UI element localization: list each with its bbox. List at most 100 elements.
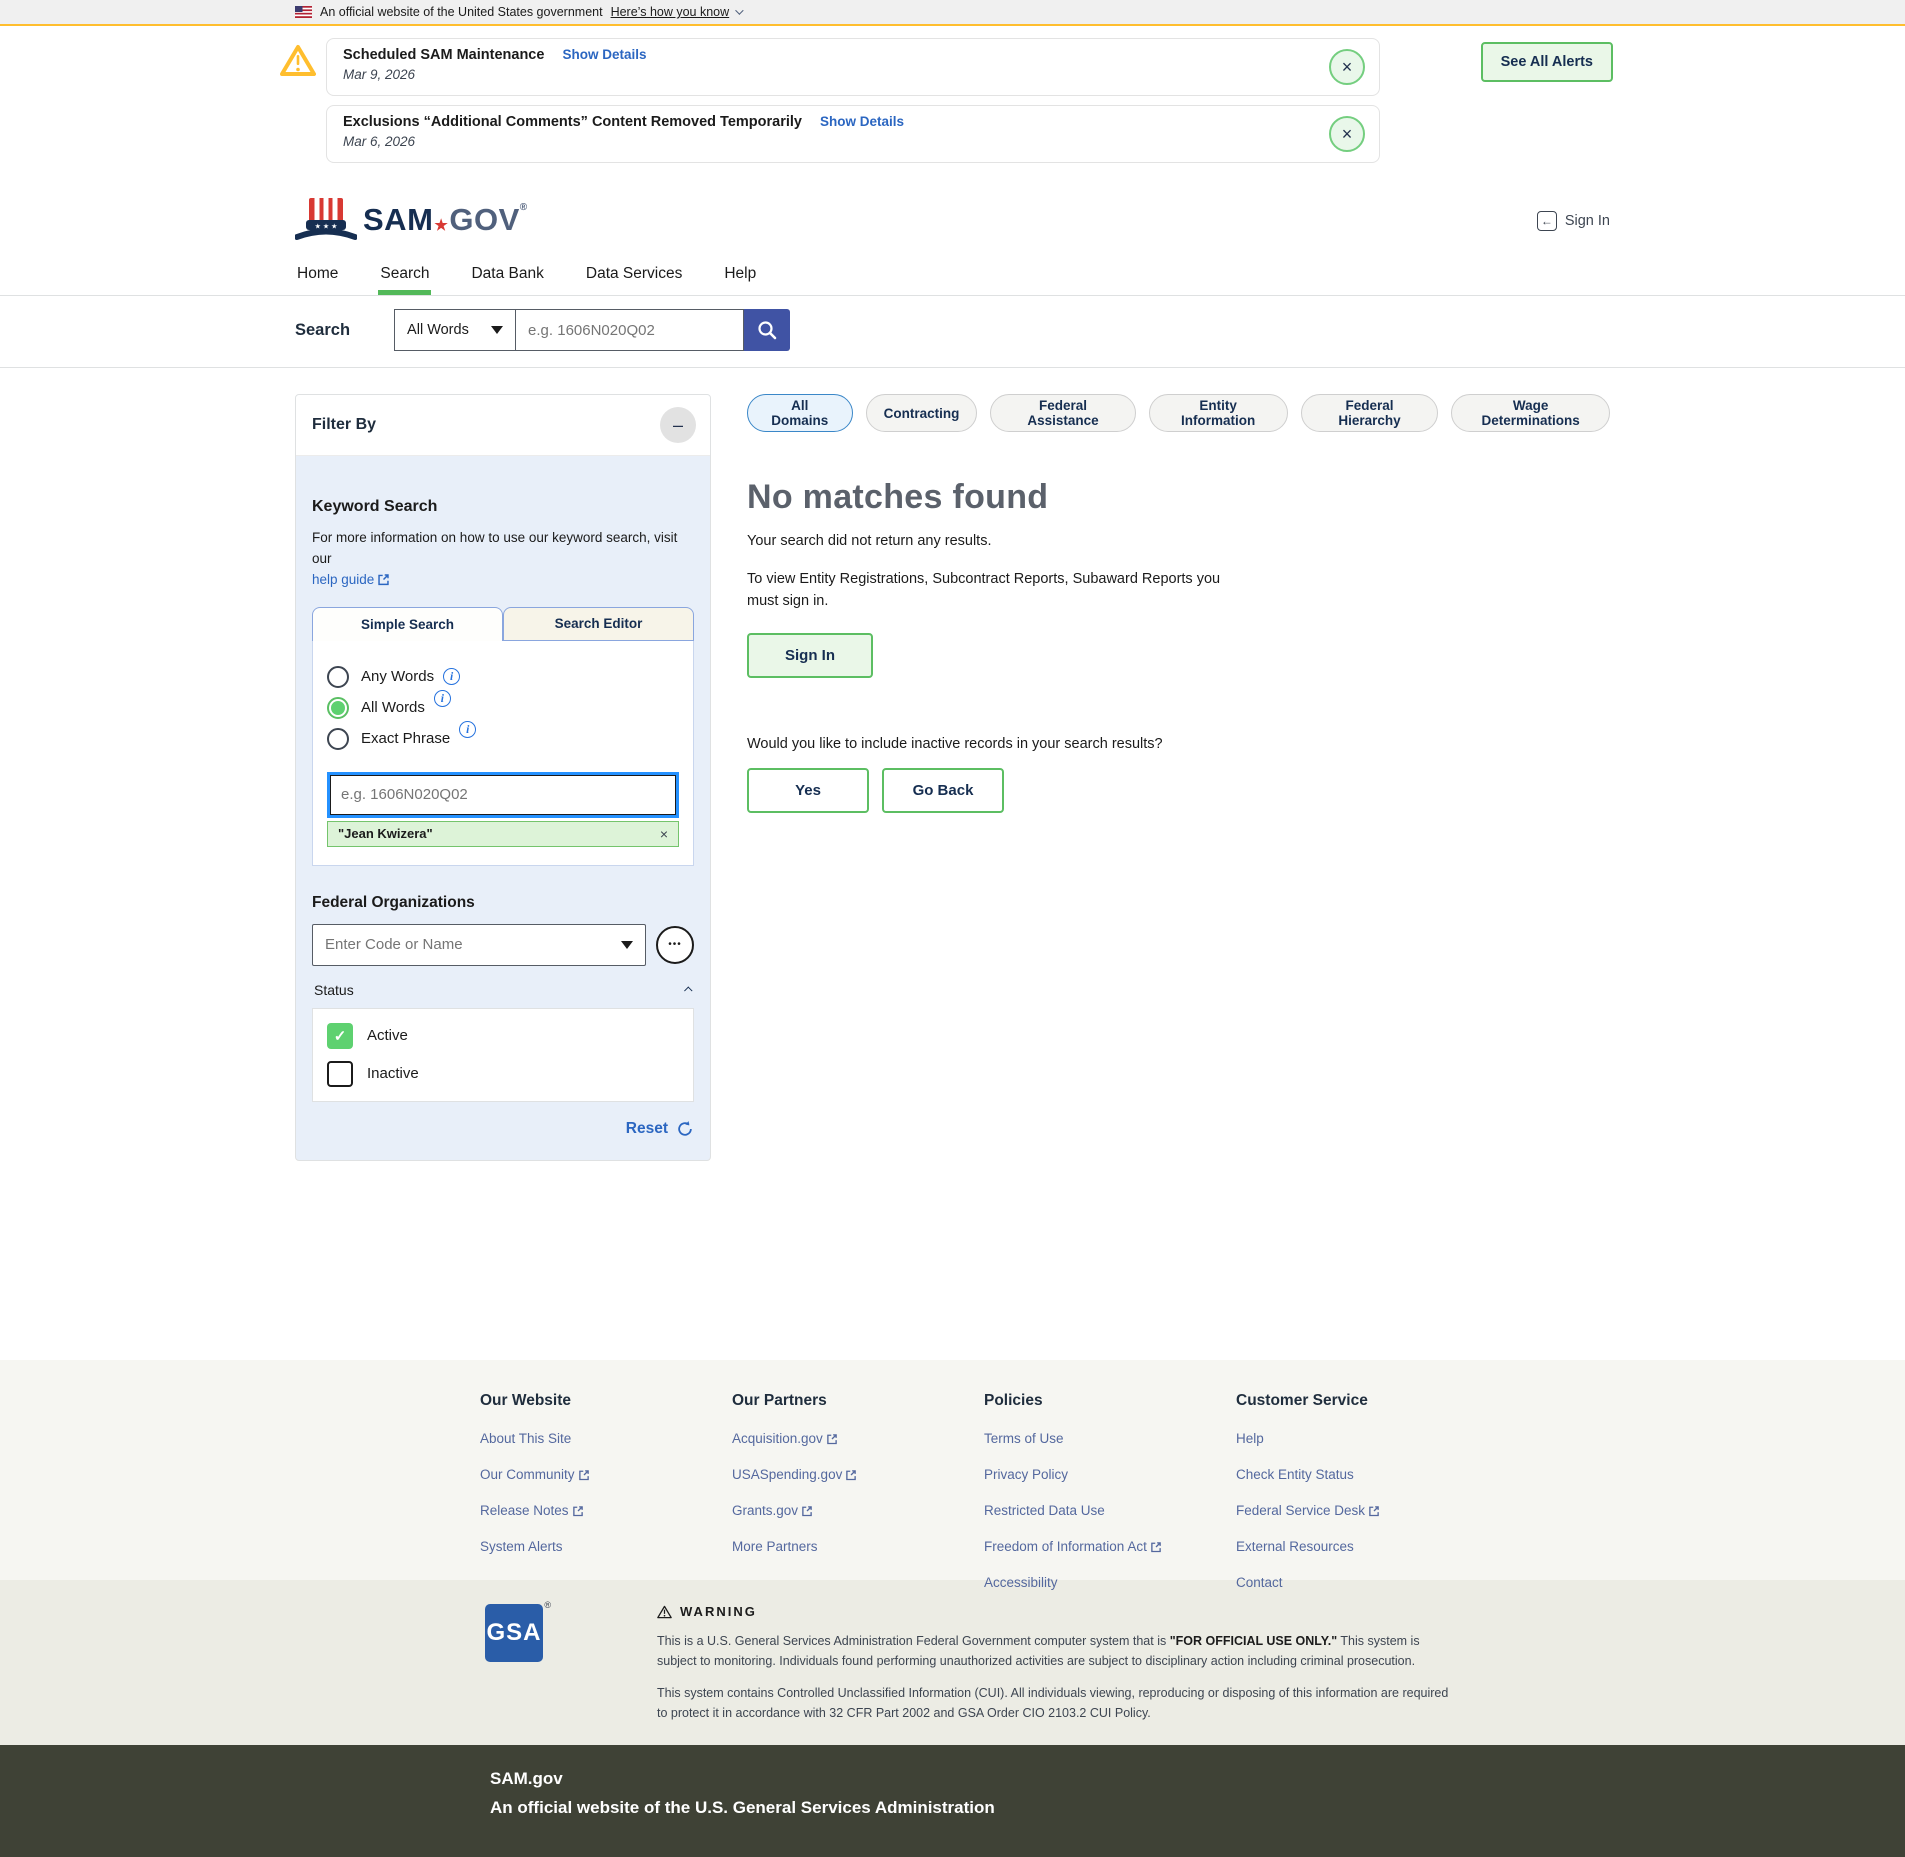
alert-show-details-link[interactable]: Show Details: [562, 47, 646, 62]
info-icon[interactable]: [443, 668, 460, 685]
chip-remove-button[interactable]: [660, 826, 668, 842]
nav-item-help[interactable]: Help: [722, 257, 758, 295]
sign-in-icon: [1537, 211, 1557, 231]
logo-sam: SAM: [363, 202, 433, 237]
pill-federal-assistance[interactable]: Federal Assistance: [990, 394, 1135, 432]
external-link-icon: [1150, 1541, 1162, 1553]
pill-federal-hierarchy[interactable]: Federal Hierarchy: [1301, 394, 1439, 432]
yes-button[interactable]: Yes: [747, 768, 869, 813]
pill-all-domains[interactable]: All Domains: [747, 394, 853, 432]
keyword-search-title: Keyword Search: [312, 498, 694, 516]
footer-link[interactable]: Grants.gov: [732, 1503, 984, 1518]
header-sign-in[interactable]: Sign In: [1537, 211, 1610, 231]
radio-any-words[interactable]: [327, 666, 349, 688]
keyword-help-text: For more information on how to use our k…: [312, 530, 677, 566]
footer-link[interactable]: USASpending.gov: [732, 1467, 984, 1482]
alert-date: Mar 9, 2026: [343, 67, 1329, 82]
info-icon[interactable]: [459, 721, 476, 738]
include-inactive-question: Would you like to include inactive recor…: [747, 736, 1610, 752]
logo-text: SAM★GOV®: [363, 202, 528, 238]
search-results: All Domains Contracting Federal Assistan…: [747, 394, 1610, 813]
nav-item-data-bank[interactable]: Data Bank: [469, 257, 545, 295]
footer-link[interactable]: Freedom of Information Act: [984, 1539, 1236, 1554]
go-back-button[interactable]: Go Back: [882, 768, 1004, 813]
identifier-site-name: SAM.gov: [490, 1769, 1625, 1789]
footer-link[interactable]: Accessibility: [984, 1575, 1236, 1590]
alert-card: Exclusions “Additional Comments” Content…: [326, 105, 1380, 163]
footer-link[interactable]: Our Community: [480, 1467, 732, 1482]
radio-exact-phrase[interactable]: [327, 728, 349, 750]
alert-date: Mar 6, 2026: [343, 134, 1329, 149]
sign-in-button[interactable]: Sign In: [747, 633, 873, 678]
tab-search-editor[interactable]: Search Editor: [503, 607, 694, 641]
alert-title: Exclusions “Additional Comments” Content…: [343, 114, 802, 130]
keyword-input-focus-ring: [327, 772, 679, 818]
info-icon[interactable]: [434, 690, 451, 707]
see-all-alerts-button[interactable]: See All Alerts: [1481, 42, 1613, 82]
external-link-icon: [377, 573, 390, 586]
domain-filter-pills: All Domains Contracting Federal Assistan…: [747, 394, 1610, 432]
global-search-input[interactable]: [516, 309, 744, 351]
keyword-search-input[interactable]: [330, 775, 676, 815]
chevron-up-icon[interactable]: [684, 986, 692, 994]
nav-item-data-services[interactable]: Data Services: [584, 257, 684, 295]
search-submit-button[interactable]: [744, 309, 790, 351]
sign-in-note: To view Entity Registrations, Subcontrac…: [747, 569, 1252, 613]
federal-organizations-select[interactable]: [312, 924, 646, 966]
footer-link[interactable]: Contact: [1236, 1575, 1488, 1590]
footer-link[interactable]: Restricted Data Use: [984, 1503, 1236, 1518]
footer-column-our-partners: Our Partners Acquisition.gov USASpending…: [732, 1392, 984, 1590]
tab-simple-search[interactable]: Simple Search: [312, 607, 503, 641]
footer-link[interactable]: Privacy Policy: [984, 1467, 1236, 1482]
nav-item-search[interactable]: Search: [378, 257, 431, 295]
pill-contracting[interactable]: Contracting: [866, 394, 978, 432]
footer-link[interactable]: About This Site: [480, 1431, 732, 1446]
footer-column-title: Policies: [984, 1392, 1236, 1410]
federal-organizations-title: Federal Organizations: [312, 894, 694, 912]
footer-link[interactable]: Federal Service Desk: [1236, 1503, 1488, 1518]
footer-link-label: Our Community: [480, 1467, 575, 1482]
help-guide-link[interactable]: help guide: [312, 572, 390, 587]
how-you-know-label: Here’s how you know: [611, 5, 730, 19]
reset-filters-link[interactable]: Reset: [626, 1120, 668, 1138]
no-matches-heading: No matches found: [747, 478, 1610, 517]
footer-link[interactable]: System Alerts: [480, 1539, 732, 1554]
checkbox-active[interactable]: [327, 1023, 353, 1049]
footer-column-title: Customer Service: [1236, 1392, 1488, 1410]
footer-link[interactable]: Terms of Use: [984, 1431, 1236, 1446]
checkbox-inactive[interactable]: [327, 1061, 353, 1087]
footer-link[interactable]: More Partners: [732, 1539, 984, 1554]
alerts-section: Scheduled SAM Maintenance Show Details M…: [0, 26, 1905, 177]
footer-link-label: Acquisition.gov: [732, 1431, 823, 1446]
footer-column-our-website: Our Website About This Site Our Communit…: [480, 1392, 732, 1590]
site-identifier-bar: SAM.gov An official website of the U.S. …: [0, 1745, 1905, 1857]
footer-link-label: Federal Service Desk: [1236, 1503, 1365, 1518]
alert-close-button[interactable]: [1329, 116, 1365, 152]
footer-link[interactable]: External Resources: [1236, 1539, 1488, 1554]
sam-gov-logo[interactable]: ★ ★ ★ SAM★GOV®: [295, 197, 528, 243]
filter-collapse-button[interactable]: [660, 407, 696, 443]
search-mode-select[interactable]: All Words: [394, 309, 516, 351]
footer-link[interactable]: Check Entity Status: [1236, 1467, 1488, 1482]
alert-close-button[interactable]: [1329, 49, 1365, 85]
footer-link[interactable]: Acquisition.gov: [732, 1431, 984, 1446]
sign-in-label: Sign In: [1565, 213, 1610, 229]
pill-wage-determinations[interactable]: Wage Determinations: [1451, 394, 1610, 432]
footer-link[interactable]: Release Notes: [480, 1503, 732, 1518]
gsa-warning-section: GSA ® WARNING This is a U.S. General Ser…: [0, 1580, 1905, 1745]
how-you-know-link[interactable]: Here’s how you know: [611, 5, 742, 19]
radio-all-words-label: All Words: [361, 699, 425, 716]
pill-entity-information[interactable]: Entity Information: [1149, 394, 1288, 432]
gov-banner: An official website of the United States…: [0, 0, 1905, 26]
radio-all-words[interactable]: [327, 697, 349, 719]
footer-link[interactable]: Help: [1236, 1431, 1488, 1446]
radio-any-words-label: Any Words: [361, 668, 434, 685]
more-options-button[interactable]: [656, 926, 694, 964]
checkbox-inactive-label: Inactive: [367, 1065, 419, 1082]
nav-item-home[interactable]: Home: [295, 257, 340, 295]
federal-organizations-input[interactable]: [325, 936, 621, 953]
footer-column-customer-service: Customer Service Help Check Entity Statu…: [1236, 1392, 1488, 1590]
alert-show-details-link[interactable]: Show Details: [820, 114, 904, 129]
refresh-icon[interactable]: [676, 1120, 694, 1138]
footer-column-title: Our Partners: [732, 1392, 984, 1410]
